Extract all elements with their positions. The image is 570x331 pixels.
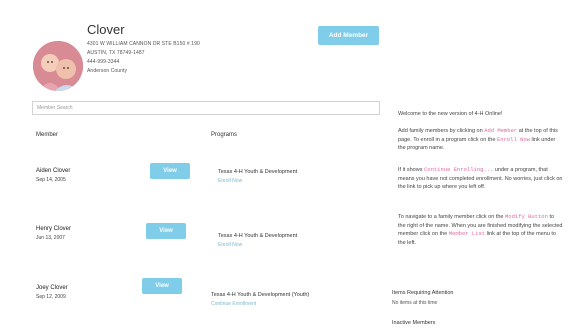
- member-dob: Sep 12, 2009: [36, 294, 66, 300]
- member-column-header: Member: [36, 132, 59, 138]
- view-member-button[interactable]: View: [146, 223, 186, 239]
- address-line2: AUSTIN, TX 78749-1487: [87, 50, 145, 56]
- view-member-button[interactable]: View: [150, 163, 190, 179]
- welcome-text: Welcome to the new version of 4-H Online…: [398, 111, 503, 117]
- address-line1: 4301 W WILLIAM CANNON DR STE B150 # 190: [87, 41, 200, 47]
- continue-enrollment-link[interactable]: Continue Enrollment: [211, 301, 256, 307]
- add-member-button[interactable]: Add Member: [318, 26, 379, 45]
- member-name[interactable]: Aiden Clover: [36, 168, 70, 174]
- member-name[interactable]: Joey Clover: [36, 285, 68, 291]
- family-avatar: [33, 41, 83, 91]
- program-name: Texas 4-H Youth & Development: [218, 169, 298, 175]
- member-dob: Jun 13, 2007: [36, 235, 65, 241]
- search-placeholder: Member Search: [37, 105, 73, 111]
- view-member-button[interactable]: View: [142, 278, 182, 294]
- attention-text: No items at this time: [392, 300, 438, 306]
- info-paragraph-add-member: Add family members by clicking on Add Me…: [398, 127, 558, 151]
- program-name: Texas 4-H Youth & Development: [218, 233, 298, 239]
- programs-column-header: Programs: [211, 132, 238, 138]
- member-name[interactable]: Henry Clover: [36, 226, 71, 232]
- info-paragraph-continue: If it shows Continue Enrolling... under …: [398, 166, 563, 190]
- family-photo-icon: [33, 41, 83, 91]
- family-name: Clover: [87, 22, 125, 37]
- enroll-now-link[interactable]: Enroll Now: [218, 242, 242, 248]
- program-name: Texas 4-H Youth & Development (Youth): [211, 292, 310, 298]
- family-county: Anderson County: [87, 68, 128, 74]
- member-search-input[interactable]: Member Search: [32, 101, 380, 115]
- family-page: Clover 4301 W WILLIAM CANNON DR STE B150…: [0, 0, 570, 331]
- family-phone: 444-999-3344: [87, 59, 120, 65]
- info-paragraph-navigate: To navigate to a family member click on …: [398, 213, 563, 246]
- attention-header: Items Requiring Attention: [392, 290, 454, 296]
- inactive-members-header: Inactive Members: [392, 320, 436, 326]
- enroll-now-link[interactable]: Enroll Now: [218, 178, 242, 184]
- member-dob: Sep 14, 2005: [36, 177, 66, 183]
